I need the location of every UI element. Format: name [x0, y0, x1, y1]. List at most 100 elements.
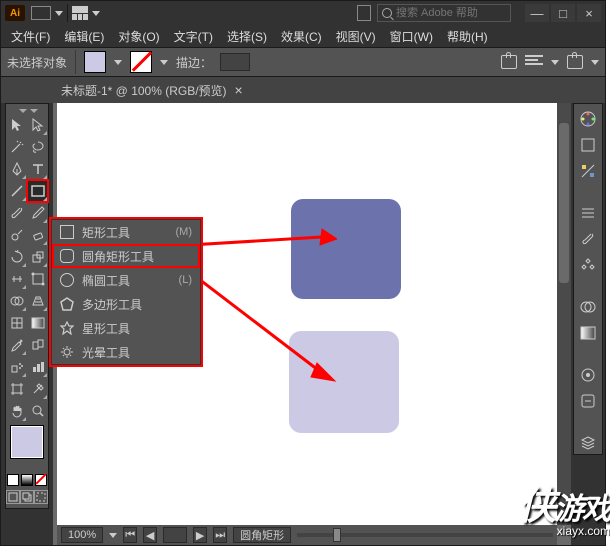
- arrange-dropdown-icon[interactable]: [92, 11, 100, 16]
- draw-inside-icon[interactable]: [34, 490, 48, 504]
- doc-setup-icon[interactable]: [501, 55, 517, 69]
- flyout-polygon[interactable]: 多边形工具: [52, 292, 200, 316]
- flyout-flare[interactable]: 光晕工具: [52, 340, 200, 364]
- gradient-mode-icon[interactable]: [21, 474, 33, 486]
- menu-object[interactable]: 对象(O): [112, 26, 165, 47]
- help-search[interactable]: [377, 4, 511, 22]
- nav-next-icon[interactable]: ▶: [193, 527, 207, 543]
- fill-stroke[interactable]: [6, 422, 48, 508]
- vertical-scrollbar[interactable]: [557, 103, 571, 525]
- symbols-panel-icon[interactable]: [577, 254, 599, 276]
- doc-icon[interactable]: [357, 5, 371, 21]
- blob-brush-tool[interactable]: [6, 224, 27, 246]
- brushes-panel-icon[interactable]: [577, 228, 599, 250]
- direct-selection-tool[interactable]: [27, 114, 48, 136]
- pen-tool[interactable]: [6, 158, 27, 180]
- status-slider[interactable]: [297, 533, 553, 537]
- width-tool[interactable]: [6, 268, 27, 290]
- draw-normal-icon[interactable]: [6, 490, 20, 504]
- swatches-panel-icon[interactable]: [577, 134, 599, 156]
- app-badge: Ai: [5, 5, 25, 21]
- hand-tool[interactable]: [6, 400, 27, 422]
- stroke-dropdown-icon[interactable]: [160, 60, 168, 65]
- minimize-button[interactable]: —: [525, 4, 549, 22]
- color-guide-panel-icon[interactable]: [577, 160, 599, 182]
- artboard-tool[interactable]: [6, 378, 27, 400]
- status-tool: 圆角矩形: [233, 527, 291, 543]
- gradient-panel-icon[interactable]: [577, 322, 599, 344]
- fill-dropdown-icon[interactable]: [114, 60, 122, 65]
- menu-edit[interactable]: 编辑(E): [58, 26, 110, 47]
- magic-wand-tool[interactable]: [6, 136, 27, 158]
- menu-effect[interactable]: 效果(C): [275, 26, 328, 47]
- selection-tool[interactable]: [6, 114, 27, 136]
- arrange-docs-icon[interactable]: [72, 6, 88, 20]
- toolbar: [5, 103, 49, 509]
- tab-title[interactable]: 未标题-1* @ 100% (RGB/预览): [61, 82, 227, 99]
- column-graph-tool[interactable]: [27, 356, 48, 378]
- tab-close-button[interactable]: ×: [235, 82, 243, 98]
- line-tool[interactable]: [6, 180, 27, 202]
- nav-first-icon[interactable]: ⏮: [123, 527, 137, 543]
- paintbrush-tool[interactable]: [6, 202, 27, 224]
- menu-window[interactable]: 窗口(W): [384, 26, 439, 47]
- type-tool[interactable]: [27, 158, 48, 180]
- menu-select[interactable]: 选择(S): [221, 26, 273, 47]
- blend-tool[interactable]: [27, 334, 48, 356]
- close-button[interactable]: ×: [577, 4, 601, 22]
- zoom-level[interactable]: 100%: [61, 527, 103, 543]
- color-mode-icon[interactable]: [7, 474, 19, 486]
- nav-last-icon[interactable]: ⏭: [213, 527, 227, 543]
- gradient-tool[interactable]: [27, 312, 48, 334]
- stroke-weight-input[interactable]: [220, 53, 250, 71]
- graphic-styles-panel-icon[interactable]: [577, 390, 599, 412]
- menubar: 文件(F) 编辑(E) 对象(O) 文字(T) 选择(S) 效果(C) 视图(V…: [1, 25, 605, 47]
- menu-help[interactable]: 帮助(H): [441, 26, 494, 47]
- stroke-panel-icon[interactable]: [577, 202, 599, 224]
- bridge-icon[interactable]: [31, 6, 51, 20]
- search-input[interactable]: [396, 7, 506, 19]
- align-dropdown-icon[interactable]: [551, 60, 559, 65]
- maximize-button[interactable]: □: [551, 4, 575, 22]
- rotate-tool[interactable]: [6, 246, 27, 268]
- eraser-tool[interactable]: [27, 224, 48, 246]
- menu-file[interactable]: 文件(F): [5, 26, 56, 47]
- flyout-ellipse[interactable]: 椭圆工具 (L): [52, 268, 200, 292]
- perspective-grid-tool[interactable]: [27, 290, 48, 312]
- align-icon[interactable]: [525, 55, 543, 69]
- ellipse-icon: [60, 273, 74, 287]
- transform-dropdown-icon[interactable]: [591, 60, 599, 65]
- artboard-nav[interactable]: [163, 527, 187, 543]
- shape-tool-flyout: 矩形工具 (M) 圆角矩形工具 椭圆工具 (L) 多边形工具 星形工具: [51, 219, 201, 365]
- free-transform-tool[interactable]: [27, 268, 48, 290]
- flyout-rounded-rectangle[interactable]: 圆角矩形工具: [52, 244, 200, 268]
- bridge-dropdown-icon[interactable]: [55, 11, 63, 16]
- none-mode-icon[interactable]: [35, 474, 47, 486]
- rectangle-tool[interactable]: [27, 180, 48, 202]
- pencil-tool[interactable]: [27, 202, 48, 224]
- slice-tool[interactable]: [27, 378, 48, 400]
- document-tabbar: 未标题-1* @ 100% (RGB/预览) ×: [1, 77, 605, 103]
- draw-behind-icon[interactable]: [20, 490, 34, 504]
- transparency-panel-icon[interactable]: [577, 296, 599, 318]
- symbol-sprayer-tool[interactable]: [6, 356, 27, 378]
- transform-icon[interactable]: [567, 55, 583, 69]
- fill-swatch[interactable]: [84, 51, 106, 73]
- stroke-swatch[interactable]: [130, 51, 152, 73]
- color-panel-icon[interactable]: [577, 108, 599, 130]
- layers-panel-icon[interactable]: [577, 432, 599, 454]
- menu-type[interactable]: 文字(T): [168, 26, 219, 47]
- eyedropper-tool[interactable]: [6, 334, 27, 356]
- shape-builder-tool[interactable]: [6, 290, 27, 312]
- menu-view[interactable]: 视图(V): [330, 26, 382, 47]
- zoom-dropdown-icon[interactable]: [109, 533, 117, 538]
- lasso-tool[interactable]: [27, 136, 48, 158]
- scale-tool[interactable]: [27, 246, 48, 268]
- fill-box[interactable]: [11, 426, 43, 458]
- mesh-tool[interactable]: [6, 312, 27, 334]
- flyout-star[interactable]: 星形工具: [52, 316, 200, 340]
- appearance-panel-icon[interactable]: [577, 364, 599, 386]
- nav-prev-icon[interactable]: ◀: [143, 527, 157, 543]
- flyout-rectangle[interactable]: 矩形工具 (M): [52, 220, 200, 244]
- zoom-tool[interactable]: [27, 400, 48, 422]
